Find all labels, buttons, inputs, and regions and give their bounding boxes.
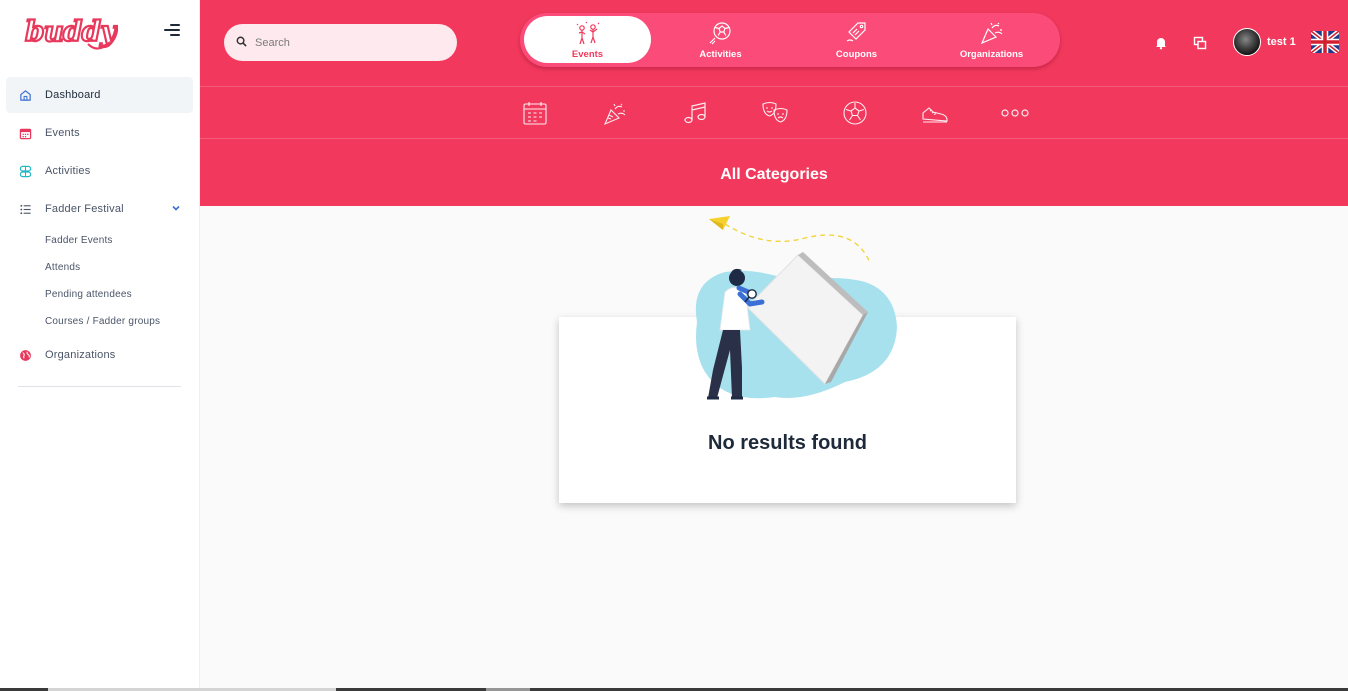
category-calendar[interactable] bbox=[520, 98, 550, 128]
tab-label: Events bbox=[571, 48, 604, 60]
party-popper-icon bbox=[603, 103, 626, 126]
empty-state-illustration bbox=[695, 216, 897, 400]
theater-masks-icon bbox=[762, 101, 788, 123]
header-divider bbox=[200, 138, 1348, 139]
sidebar-subitem-pending-attendees[interactable]: Pending attendees bbox=[45, 289, 132, 300]
list-icon bbox=[18, 202, 32, 216]
globe-icon bbox=[18, 348, 32, 362]
tab-label: Coupons bbox=[835, 48, 878, 60]
calendar-icon bbox=[18, 126, 32, 140]
avatar bbox=[1233, 28, 1261, 56]
category-more[interactable] bbox=[1000, 98, 1030, 128]
notifications-button[interactable] bbox=[1154, 26, 1168, 60]
coupon-tag-icon bbox=[846, 21, 866, 42]
search-icon bbox=[236, 34, 247, 52]
search-input[interactable] bbox=[255, 36, 445, 49]
svg-text:buddy: buddy bbox=[25, 15, 118, 48]
home-icon bbox=[18, 88, 32, 102]
sidebar-item-label: Events bbox=[45, 127, 80, 139]
soccer-ball-icon bbox=[709, 21, 731, 44]
sidebar-subitem-attends[interactable]: Attends bbox=[45, 262, 80, 273]
sidebar-item-label: Activities bbox=[45, 165, 91, 177]
sidebar-item-fadder-festival[interactable]: Fadder Festival bbox=[6, 191, 193, 227]
sidebar-item-dashboard[interactable]: Dashboard bbox=[6, 77, 193, 113]
category-theater[interactable] bbox=[760, 98, 790, 128]
windows-icon bbox=[1193, 36, 1207, 50]
menu-toggle-button[interactable] bbox=[164, 24, 182, 40]
search-box bbox=[224, 24, 457, 61]
category-music[interactable] bbox=[680, 98, 710, 128]
tab-label: Organizations bbox=[959, 48, 1024, 60]
sidebar: buddy Dashboard Events Activities Fadder… bbox=[0, 0, 200, 691]
main-tabs: Events Activities Coupons Organizations bbox=[520, 13, 1060, 67]
bell-icon bbox=[1156, 38, 1166, 50]
top-header: Events Activities Coupons bbox=[200, 0, 1348, 206]
user-menu[interactable]: test 1 bbox=[1233, 28, 1296, 56]
uk-flag-icon[interactable] bbox=[1311, 31, 1339, 53]
category-running[interactable] bbox=[920, 98, 950, 128]
chevron-down-icon[interactable] bbox=[171, 203, 181, 216]
category-title: All Categories bbox=[720, 166, 828, 183]
category-party[interactable] bbox=[600, 98, 630, 128]
party-people-icon bbox=[576, 21, 599, 44]
tab-events[interactable]: Events bbox=[524, 16, 651, 63]
sidebar-item-activities[interactable]: Activities bbox=[6, 153, 193, 189]
more-icon bbox=[1001, 109, 1029, 117]
calendar-icon bbox=[523, 102, 547, 125]
tab-activities[interactable]: Activities bbox=[657, 16, 784, 63]
tab-label: Activities bbox=[699, 48, 742, 60]
switch-view-button[interactable] bbox=[1193, 26, 1207, 60]
tab-coupons[interactable]: Coupons bbox=[793, 16, 920, 63]
sidebar-item-label: Fadder Festival bbox=[45, 203, 124, 215]
user-name: test 1 bbox=[1267, 36, 1296, 48]
sneaker-icon bbox=[922, 107, 948, 123]
party-popper-icon bbox=[980, 22, 1002, 44]
music-note-icon bbox=[684, 102, 706, 124]
header-divider bbox=[200, 86, 1348, 87]
sidebar-divider bbox=[18, 386, 181, 387]
sidebar-item-events[interactable]: Events bbox=[6, 115, 193, 151]
sidebar-subitem-fadder-events[interactable]: Fadder Events bbox=[45, 235, 113, 246]
buddy-logo[interactable]: buddy bbox=[22, 10, 118, 54]
tab-organizations[interactable]: Organizations bbox=[928, 16, 1055, 63]
sidebar-item-label: Organizations bbox=[45, 349, 116, 361]
empty-state-message: No results found bbox=[708, 432, 867, 454]
activities-icon bbox=[18, 164, 32, 178]
sidebar-subitem-courses-fadder-groups[interactable]: Courses / Fadder groups bbox=[45, 316, 160, 327]
soccer-ball-icon bbox=[843, 101, 867, 125]
sidebar-item-label: Dashboard bbox=[45, 89, 101, 101]
sidebar-item-organizations[interactable]: Organizations bbox=[6, 337, 193, 373]
category-sports[interactable] bbox=[840, 98, 870, 128]
